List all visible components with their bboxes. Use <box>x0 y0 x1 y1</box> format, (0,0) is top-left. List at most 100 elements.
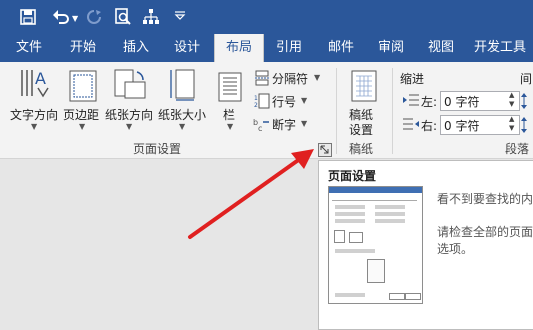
redo-icon[interactable] <box>86 9 102 25</box>
svg-text:c: c <box>258 124 262 132</box>
expand-arrow-icon <box>320 145 329 154</box>
chevron-down-icon: ▼ <box>179 122 186 131</box>
undo-dropdown-icon[interactable]: ▼ <box>72 14 78 23</box>
tab-layout[interactable]: 布局 <box>214 34 264 62</box>
text-direction-icon: A <box>21 69 49 98</box>
spacing-icon <box>521 93 527 133</box>
preview-landscape-icon <box>349 232 363 243</box>
line-numbers-label: 行号 <box>272 95 297 109</box>
tab-mailings[interactable]: 邮件 <box>318 34 364 62</box>
spin-up-icon[interactable]: ▲ <box>509 115 514 123</box>
tab-file[interactable]: 文件 <box>6 34 52 62</box>
spacing-title: 间 <box>520 72 533 86</box>
undo-icon[interactable] <box>52 9 70 25</box>
paragraph-group-label: 段落 <box>505 142 530 156</box>
chevron-down-icon: ▼ <box>301 119 308 128</box>
preview-field <box>335 212 365 216</box>
text-direction-button[interactable]: A 文字方向 ▼ <box>10 66 60 131</box>
indent-right-input[interactable]: 0 字符 ▲ ▼ <box>440 115 520 135</box>
hyphenation-button[interactable]: b c 断字 ▼ <box>252 115 312 133</box>
paper-size-icon <box>170 69 195 101</box>
preview-field <box>375 219 405 223</box>
chevron-down-icon: ▼ <box>126 122 133 131</box>
preview-field <box>375 205 405 209</box>
breaks-icon <box>255 70 269 86</box>
size-button[interactable]: 纸张大小 ▼ <box>158 66 208 131</box>
dialog-launcher-icon[interactable] <box>318 143 332 157</box>
preview-field <box>335 219 365 223</box>
tab-references[interactable]: 引用 <box>266 34 312 62</box>
tooltip-line3: 选项。 <box>437 242 474 256</box>
preview-field <box>375 212 405 216</box>
preview-titlebar <box>329 187 422 193</box>
spin-up-icon[interactable]: ▲ <box>509 91 514 99</box>
preview-page <box>367 259 385 283</box>
page-setup-dialog-preview <box>328 186 423 304</box>
page-setup-group-label: 页面设置 <box>133 142 182 156</box>
group-divider <box>336 68 337 154</box>
columns-button[interactable]: 栏 ▼ <box>216 66 246 131</box>
chevron-down-icon: ▼ <box>79 122 86 131</box>
svg-text:2: 2 <box>254 102 258 109</box>
manuscript-label-line2: 设置 <box>349 123 374 137</box>
preview-field <box>335 205 365 209</box>
indent-right-value: 0 字符 <box>444 119 480 133</box>
chevron-down-icon: ▼ <box>301 96 308 105</box>
tooltip-line1: 看不到要查找的内 <box>437 192 533 206</box>
save-icon[interactable] <box>20 9 36 25</box>
preview-field <box>335 249 375 253</box>
manuscript-settings-button[interactable]: 稿纸 设置 <box>344 66 384 137</box>
tab-review[interactable]: 审阅 <box>368 34 414 62</box>
tab-home[interactable]: 开始 <box>60 34 106 62</box>
columns-icon <box>218 72 242 102</box>
indent-right-icon <box>403 118 419 130</box>
tab-view[interactable]: 视图 <box>418 34 464 62</box>
breaks-label: 分隔符 <box>272 72 309 86</box>
tab-insert[interactable]: 插入 <box>113 34 159 62</box>
hyphenation-icon: b c <box>253 118 269 132</box>
hyphenation-label: 断字 <box>272 118 297 132</box>
svg-text:A: A <box>35 69 46 88</box>
preview-field <box>335 293 365 297</box>
chevron-down-icon: ▼ <box>314 73 321 82</box>
spin-down-icon[interactable]: ▼ <box>509 124 514 132</box>
indent-right-label: 右: <box>421 119 438 133</box>
chevron-down-icon: ▼ <box>31 122 38 131</box>
breaks-button[interactable]: 分隔符 ▼ <box>252 69 324 87</box>
tab-design[interactable]: 设计 <box>164 34 210 62</box>
line-numbers-icon: 1 2 <box>254 93 270 109</box>
indent-title: 缩进 <box>400 72 425 86</box>
indent-left-label: 左: <box>421 95 438 109</box>
text-direction-label: 文字方向 <box>10 108 59 122</box>
print-preview-icon[interactable] <box>114 8 132 26</box>
tooltip-title: 页面设置 <box>328 169 377 183</box>
size-label: 纸张大小 <box>158 108 207 122</box>
svg-text:1: 1 <box>254 95 258 102</box>
line-numbers-button[interactable]: 1 2 行号 ▼ <box>252 92 312 110</box>
margins-icon <box>69 70 97 102</box>
preview-portrait-icon <box>334 230 345 243</box>
chevron-down-icon: ▼ <box>227 122 234 131</box>
margins-label: 页边距 <box>63 108 100 122</box>
hierarchy-icon[interactable] <box>142 8 160 26</box>
manuscript-icon <box>351 70 377 102</box>
orientation-button[interactable]: 纸张方向 ▼ <box>105 66 155 131</box>
preview-button <box>405 293 421 300</box>
orientation-label: 纸张方向 <box>105 108 154 122</box>
indent-left-value: 0 字符 <box>444 95 480 109</box>
group-divider <box>392 68 393 154</box>
preview-tabs <box>332 196 417 201</box>
quick-access-toolbar <box>0 0 533 34</box>
orientation-icon <box>114 69 146 99</box>
annotation-arrow-icon <box>188 149 314 239</box>
customize-dropdown-icon[interactable] <box>174 11 186 21</box>
manuscript-group-label: 稿纸 <box>349 142 374 156</box>
indent-left-input[interactable]: 0 字符 ▲ ▼ <box>440 91 520 111</box>
margins-button[interactable]: 页边距 ▼ <box>63 66 103 131</box>
tooltip-line2: 请检查全部的页面 <box>437 225 533 239</box>
tab-developer[interactable]: 开发工具 <box>474 34 533 62</box>
spin-down-icon[interactable]: ▼ <box>509 100 514 108</box>
preview-button <box>389 293 405 300</box>
indent-left-icon <box>403 94 419 106</box>
columns-label: 栏 <box>223 108 236 122</box>
